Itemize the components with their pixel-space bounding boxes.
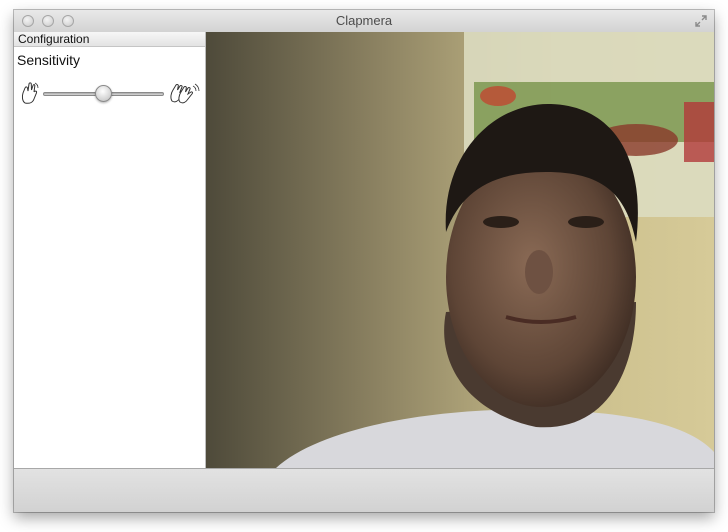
app-window: Clapmera Configuration Sensitivity xyxy=(14,10,714,512)
sensitivity-slider-thumb[interactable] xyxy=(95,85,112,102)
titlebar: Clapmera xyxy=(14,10,714,33)
camera-feed xyxy=(206,32,714,468)
window-title: Clapmera xyxy=(335,13,393,28)
sensitivity-label: Sensitivity xyxy=(17,52,81,68)
sidebar: Configuration Sensitivity xyxy=(14,32,206,468)
webcam-image xyxy=(206,32,714,468)
clapping-hands-icon xyxy=(170,83,200,104)
configuration-header: Configuration xyxy=(14,32,205,47)
bottom-bar xyxy=(14,468,714,512)
single-hand-icon xyxy=(21,82,39,104)
fullscreen-icon[interactable] xyxy=(694,14,708,28)
